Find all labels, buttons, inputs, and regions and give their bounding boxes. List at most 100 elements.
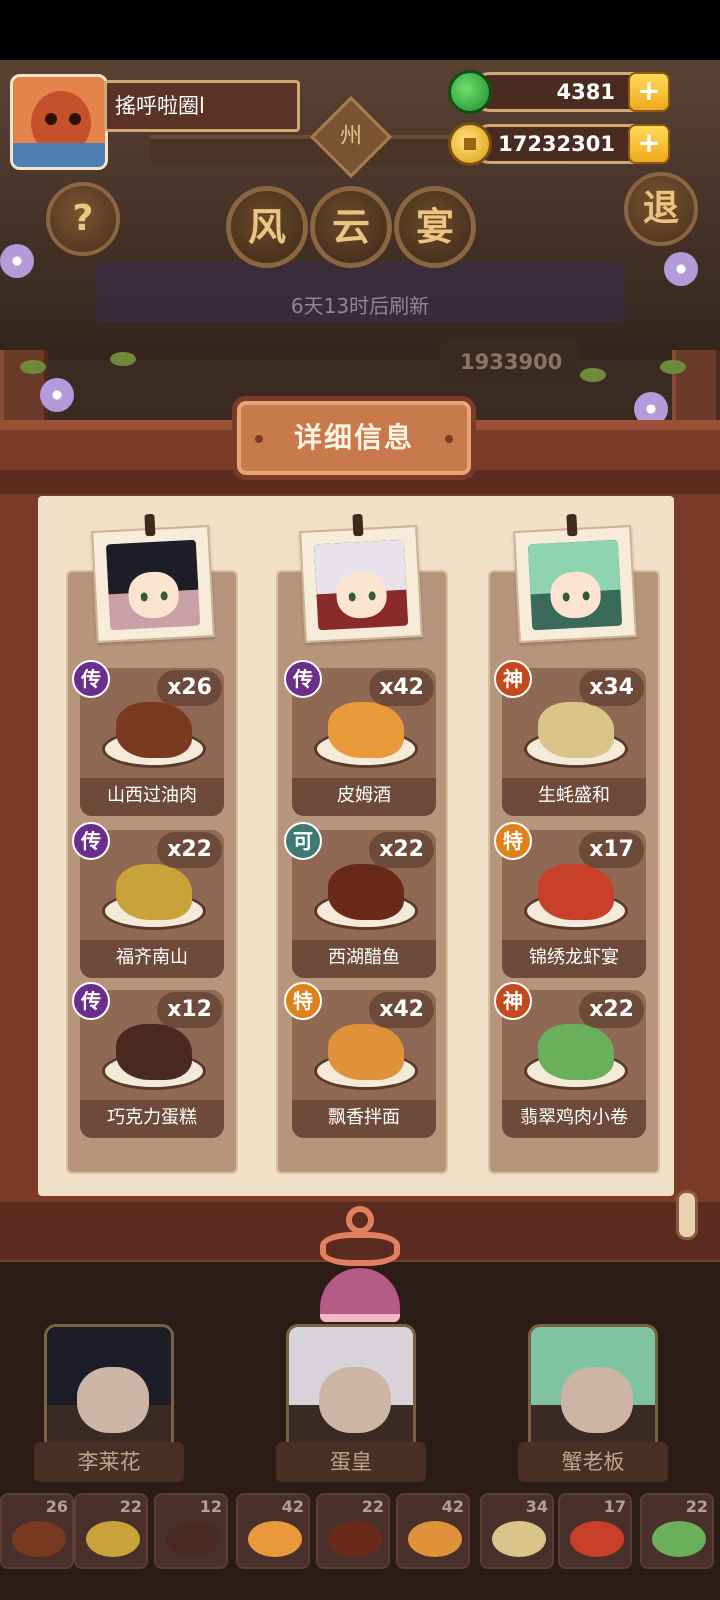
scroll-knob[interactable] <box>676 1190 698 1240</box>
leaf-icon <box>580 368 606 382</box>
title-char-feng: 风 <box>226 186 308 268</box>
chef-card[interactable] <box>528 1324 658 1460</box>
dish-name: 福齐南山 <box>80 940 224 978</box>
chef-face <box>319 1367 391 1433</box>
dish-card[interactable]: x26 传山西过油肉 <box>72 660 224 816</box>
knot-bow <box>320 1232 400 1266</box>
knot-ring <box>346 1206 374 1234</box>
help-button[interactable]: ? <box>46 182 120 256</box>
dish-food <box>328 864 404 920</box>
mini-dish-slot[interactable]: 22 <box>74 1493 148 1569</box>
rarity-badge: 特 <box>284 982 322 1020</box>
dish-card[interactable]: x22 可西湖醋鱼 <box>284 822 436 978</box>
portrait-face <box>127 570 180 620</box>
jade-icon <box>448 70 492 114</box>
title-char-yan: 宴 <box>394 186 476 268</box>
chef-face <box>561 1367 633 1433</box>
dish-count: x26 <box>157 670 222 706</box>
dish-name: 西湖醋鱼 <box>292 940 436 978</box>
dish-count: x12 <box>157 992 222 1028</box>
dish-name: 锦绣龙虾宴 <box>502 940 646 978</box>
title-char-yun: 云 <box>310 186 392 268</box>
flower-icon <box>40 378 74 412</box>
pin-icon <box>352 513 364 537</box>
chef-name: 李莱花 <box>34 1442 184 1482</box>
dish-food <box>328 1024 404 1080</box>
dish-card[interactable]: x17 特锦绣龙虾宴 <box>494 822 646 978</box>
mini-dish-count: 42 <box>281 1497 304 1516</box>
dish-card[interactable]: x22 神翡翠鸡肉小卷 <box>494 982 646 1138</box>
rarity-badge: 神 <box>494 660 532 698</box>
rarity-badge: 传 <box>284 660 322 698</box>
dish-food <box>328 702 404 758</box>
mini-dish-slot[interactable]: 42 <box>236 1493 310 1569</box>
rarity-badge: 特 <box>494 822 532 860</box>
flower-icon <box>664 252 698 286</box>
dish-name: 山西过油肉 <box>80 778 224 816</box>
status-bar <box>0 0 720 60</box>
mini-dish-food <box>408 1521 462 1557</box>
mini-dish-food <box>570 1521 624 1557</box>
mini-dish-food <box>652 1521 706 1557</box>
dish-image <box>310 1020 420 1090</box>
dish-image <box>98 698 208 768</box>
mini-dish-slot[interactable]: 34 <box>480 1493 554 1569</box>
leaf-icon <box>110 352 136 366</box>
rarity-badge: 传 <box>72 822 110 860</box>
chef-portrait-3[interactable] <box>513 513 637 644</box>
mini-dish-count: 26 <box>45 1497 68 1516</box>
dish-image <box>310 698 420 768</box>
dish-food <box>116 864 192 920</box>
chef-portrait-2[interactable] <box>299 513 423 644</box>
dish-name: 皮姆酒 <box>292 778 436 816</box>
player-name: 搖呼啦圈l <box>104 80 300 132</box>
pin-icon <box>566 513 578 537</box>
detail-title: 详细信息 <box>232 396 476 480</box>
coin-icon <box>448 122 492 166</box>
dish-card[interactable]: x42 传皮姆酒 <box>284 660 436 816</box>
dish-count: x34 <box>579 670 644 706</box>
chinese-knot-ornament <box>316 1206 404 1326</box>
score-tab: 1933900 <box>440 340 580 384</box>
chef-portrait-1[interactable] <box>91 513 215 644</box>
leaf-icon <box>660 360 686 374</box>
exit-button[interactable]: 退 <box>624 172 698 246</box>
mini-dish-food <box>248 1521 302 1557</box>
dish-card[interactable]: x34 神生蚝盛和 <box>494 660 646 816</box>
chef-face <box>77 1367 149 1433</box>
mini-dish-count: 42 <box>441 1497 464 1516</box>
mini-dish-food <box>492 1521 546 1557</box>
rarity-badge: 传 <box>72 660 110 698</box>
mini-dish-slot[interactable]: 22 <box>640 1493 714 1569</box>
dish-name: 翡翠鸡肉小卷 <box>502 1100 646 1138</box>
rarity-badge: 可 <box>284 822 322 860</box>
mini-dish-slot[interactable]: 17 <box>558 1493 632 1569</box>
mini-dish-count: 17 <box>603 1497 626 1516</box>
game-screen: 搖呼啦圈l 4381 + 17232301 + 州 ? 退 风 云 宴 6天13… <box>0 0 720 1600</box>
player-avatar[interactable] <box>10 74 108 170</box>
chef-card[interactable] <box>44 1324 174 1460</box>
chef-card[interactable] <box>286 1324 416 1460</box>
chef-name: 蟹老板 <box>518 1442 668 1482</box>
dish-image <box>98 860 208 930</box>
mini-dish-food <box>328 1521 382 1557</box>
mini-dish-slot[interactable]: 42 <box>396 1493 470 1569</box>
dish-card[interactable]: x12 传巧克力蛋糕 <box>72 982 224 1138</box>
dish-card[interactable]: x22 传福齐南山 <box>72 822 224 978</box>
avatar-eye <box>45 113 57 125</box>
mini-dish-slot[interactable]: 22 <box>316 1493 390 1569</box>
dish-food <box>116 1024 192 1080</box>
dish-count: x22 <box>579 992 644 1028</box>
chef-name: 蛋皇 <box>276 1442 426 1482</box>
knot-tassel <box>320 1268 400 1322</box>
dish-image <box>520 698 630 768</box>
mini-dish-slot[interactable]: 26 <box>0 1493 74 1569</box>
dish-food <box>538 1024 614 1080</box>
add-coins-button[interactable]: + <box>628 124 670 164</box>
dish-count: x22 <box>369 832 434 868</box>
mini-dish-slot[interactable]: 12 <box>154 1493 228 1569</box>
add-jade-button[interactable]: + <box>628 72 670 112</box>
region-tag-label: 州 <box>339 124 362 149</box>
mini-dish-count: 22 <box>119 1497 142 1516</box>
dish-card[interactable]: x42 特飘香拌面 <box>284 982 436 1138</box>
